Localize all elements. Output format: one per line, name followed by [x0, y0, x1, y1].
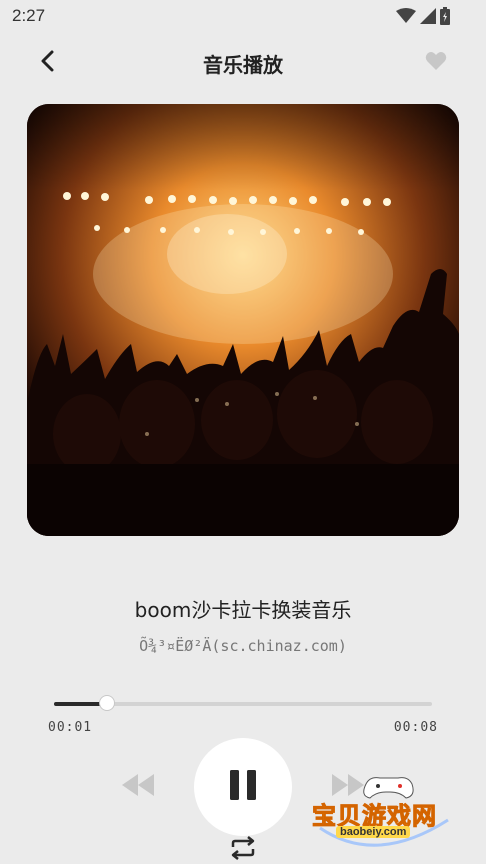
- pause-icon: [230, 770, 256, 804]
- battery-icon: [440, 7, 450, 29]
- status-icons: [396, 7, 450, 29]
- rewind-icon: [120, 774, 156, 802]
- total-time: 00:08: [393, 720, 438, 735]
- wifi-icon: [396, 8, 416, 28]
- favorite-button[interactable]: [422, 50, 450, 76]
- album-cover-image: [27, 104, 459, 536]
- status-bar: 2:27: [0, 0, 486, 32]
- song-artist: Õ¾³¤ËØ²Ä(sc.chinaz.com): [139, 637, 347, 655]
- page-title: 音乐播放: [203, 53, 283, 77]
- pause-button[interactable]: [194, 738, 292, 836]
- watermark-subtext: baobeiy.com: [336, 826, 411, 838]
- signal-icon: [420, 8, 436, 28]
- progress-slider[interactable]: [54, 695, 432, 711]
- app-header: 音乐播放: [0, 38, 486, 86]
- previous-button[interactable]: [120, 772, 156, 798]
- progress-handle[interactable]: [98, 695, 115, 711]
- status-time: 2:27: [12, 6, 46, 25]
- heart-icon: [425, 51, 447, 75]
- repeat-button[interactable]: [229, 836, 257, 860]
- song-title: boom沙卡拉卡换装音乐: [134, 598, 352, 622]
- repeat-icon: [229, 836, 257, 864]
- watermark-logo: 宝贝游戏网 baobeiy.com: [306, 770, 456, 860]
- current-time: 00:01: [48, 720, 93, 735]
